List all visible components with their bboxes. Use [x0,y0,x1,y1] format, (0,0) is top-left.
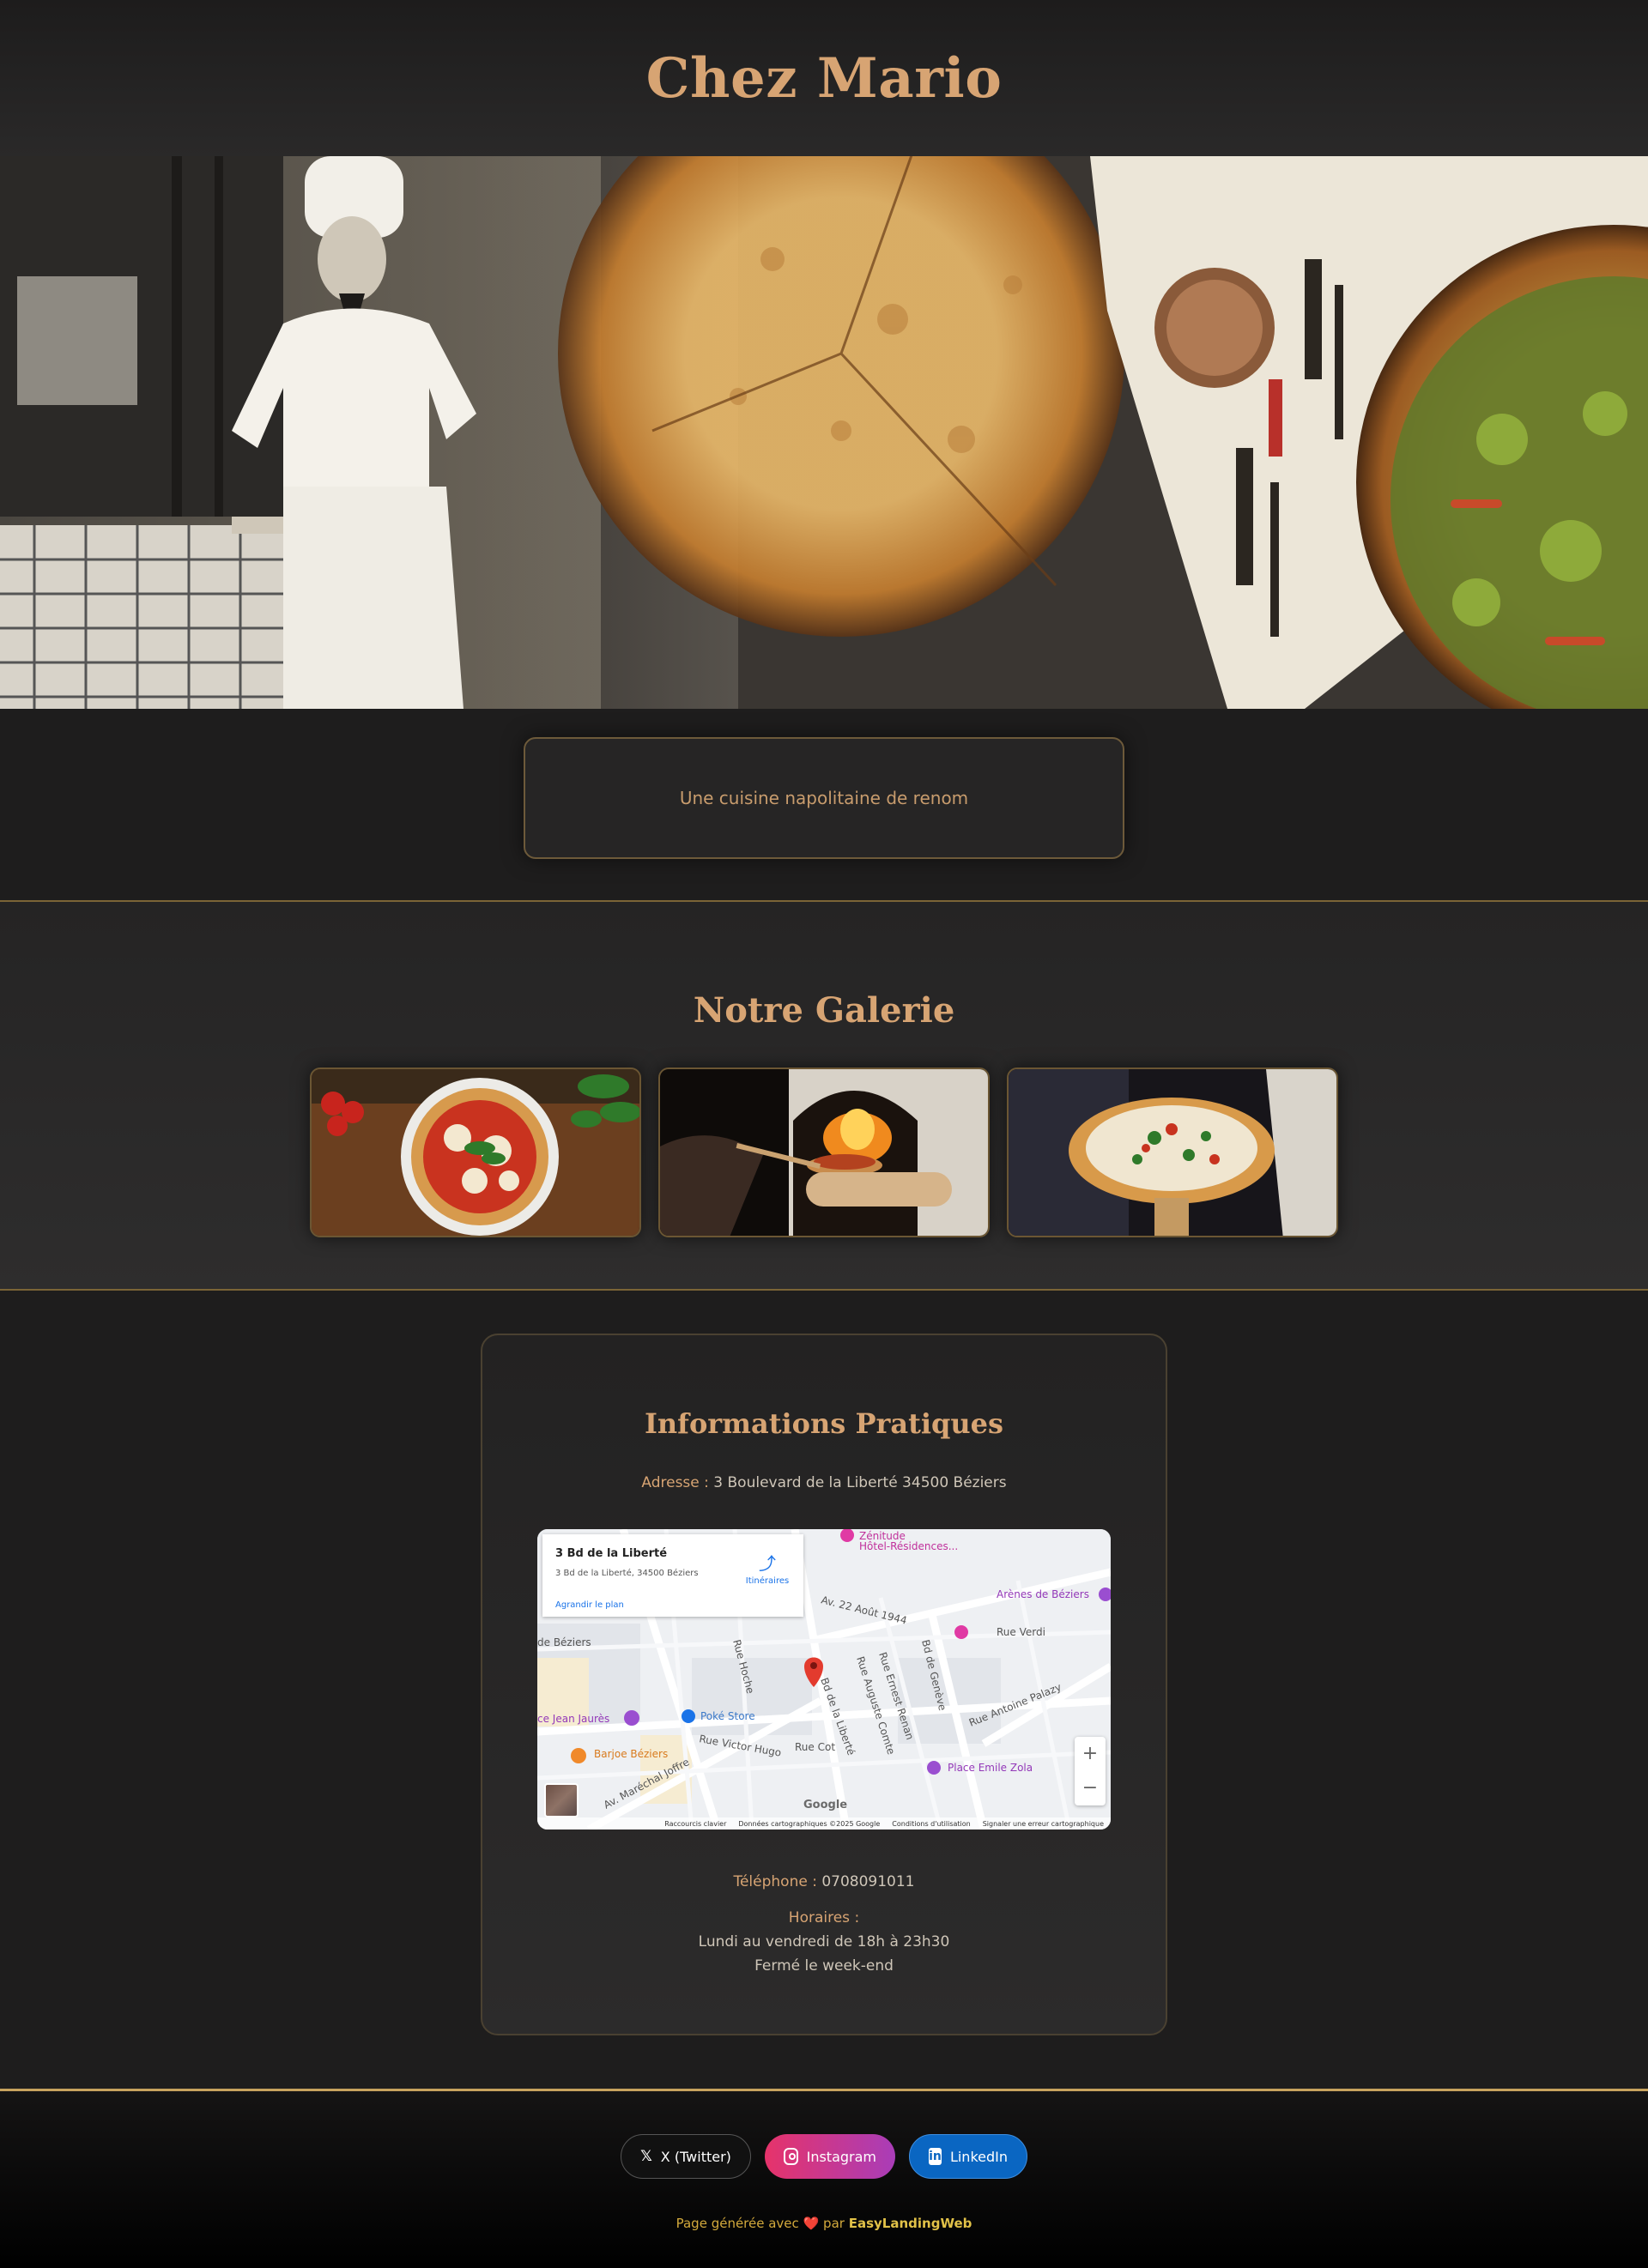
enlarge-map-link[interactable]: Agrandir le plan [555,1600,624,1610]
phone-line: Téléphone : 0708091011 [482,1873,1166,1890]
hours-weekdays: Lundi au vendredi de 18h à 23h30 [698,1933,950,1950]
hours-weekend: Fermé le week-end [754,1957,894,1975]
instagram-button[interactable]: Instagram [765,2134,895,2179]
tagline-card: Une cuisine napolitaine de renom [524,737,1124,859]
map-place-title: 3 Bd de la Liberté [555,1547,668,1560]
map-attribution: Raccourcis clavier Données cartographiqu… [537,1817,1111,1830]
instagram-label: Instagram [806,2148,876,2165]
map-data-text: Données cartographiques ©2025 Google [738,1819,881,1828]
heart-icon: ❤️ [803,2216,820,2231]
directions-label: Itinéraires [745,1576,790,1586]
svg-text:Rue Verdi: Rue Verdi [997,1626,1045,1638]
report-error-link[interactable]: Signaler une erreur cartographique [983,1820,1104,1828]
gallery-image-served[interactable] [1007,1067,1338,1237]
site-footer: 𝕏 X (Twitter) Instagram in LinkedIn Page… [0,2089,1648,2268]
svg-text:Barjoe Béziers: Barjoe Béziers [594,1748,668,1760]
site-title: Chez Mario [645,45,1003,111]
credit-prefix: Page générée avec [676,2216,799,2231]
address-value: 3 Boulevard de la Liberté 34500 Béziers [713,1474,1007,1491]
site-header: Chez Mario [0,0,1648,156]
map-place-address: 3 Bd de la Liberté, 34500 Béziers [555,1569,699,1578]
svg-text:Place Emile Zola: Place Emile Zola [948,1762,1033,1774]
credit-by: par [823,2216,845,2231]
linkedin-label: LinkedIn [949,2148,1008,2165]
x-twitter-button[interactable]: 𝕏 X (Twitter) [621,2134,751,2179]
easylandingweb-link[interactable]: EasyLandingWeb [849,2216,972,2231]
terms-link[interactable]: Conditions d'utilisation [892,1820,970,1828]
info-title: Informations Pratiques [644,1407,1004,1440]
address-line: Adresse : 3 Boulevard de la Liberté 3450… [482,1474,1166,1491]
svg-text:Poké Store: Poké Store [700,1710,755,1722]
linkedin-icon: in [929,2148,942,2165]
hours-label: Horaires : [788,1909,860,1926]
directions-button[interactable]: ⤴ Itinéraires [742,1550,793,1586]
gallery-image-oven[interactable] [658,1067,990,1237]
svg-text:de Béziers: de Béziers [537,1636,591,1648]
credit-line: Page générée avec ❤️ par EasyLandingWeb [0,2216,1648,2231]
map-layer-toggle[interactable] [544,1783,579,1817]
social-links: 𝕏 X (Twitter) Instagram in LinkedIn [0,2134,1648,2179]
gallery-section: Notre Galerie [0,900,1648,1291]
google-logo: Google [803,1799,848,1811]
svg-text:Hôtel-Résidences...: Hôtel-Résidences... [859,1540,958,1552]
x-label: X (Twitter) [660,2148,731,2165]
linkedin-button[interactable]: in LinkedIn [909,2134,1027,2179]
gallery-image-margherita[interactable] [310,1067,641,1237]
svg-text:Rue Cot: Rue Cot [795,1741,835,1753]
instagram-icon [784,2148,798,2165]
svg-text:Arènes de Béziers: Arènes de Béziers [997,1588,1089,1600]
phone-value[interactable]: 0708091011 [821,1873,914,1890]
svg-text:ce Jean Jaurès: ce Jean Jaurès [537,1713,609,1725]
zoom-control: + − [1075,1737,1106,1805]
keyboard-shortcuts-link[interactable]: Raccourcis clavier [664,1820,726,1828]
zoom-out-button[interactable]: − [1075,1771,1106,1805]
phone-label: Téléphone : [733,1873,817,1890]
x-icon: 𝕏 [640,2148,652,2165]
zoom-in-button[interactable]: + [1075,1737,1106,1771]
info-card: Informations Pratiques Adresse : 3 Boule… [481,1334,1167,2035]
map-place-card: 3 Bd de la Liberté 3 Bd de la Liberté, 3… [542,1534,803,1617]
gallery-title: Notre Galerie [693,990,955,1031]
hero-image [0,156,1648,709]
address-label: Adresse : [641,1474,709,1491]
tagline-text: Une cuisine napolitaine de renom [679,788,969,808]
directions-icon: ⤴ [759,1553,776,1574]
embedded-map[interactable]: Zénitude Hôtel-Résidences... Arènes de B… [537,1529,1111,1830]
